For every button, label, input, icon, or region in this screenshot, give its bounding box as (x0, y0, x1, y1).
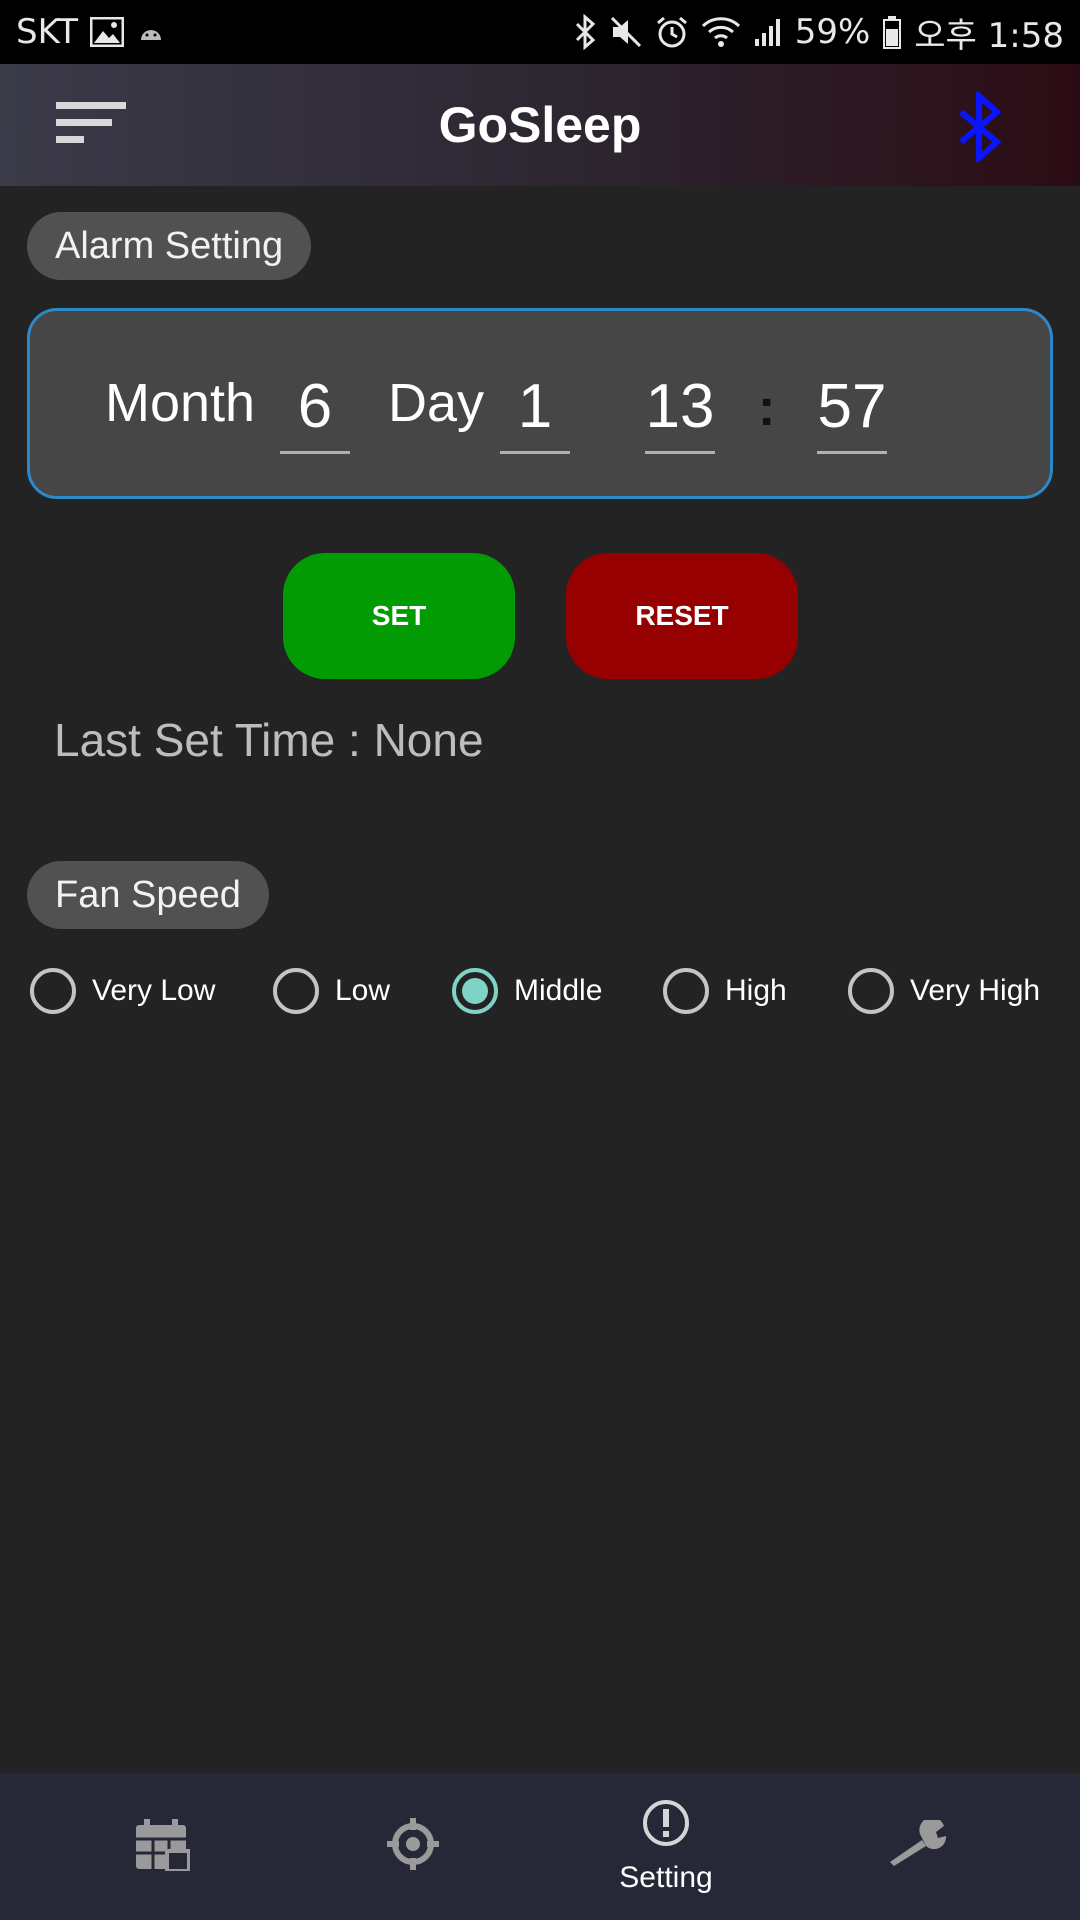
fan-speed-label: Fan Speed (27, 861, 269, 929)
alarm-setting-label: Alarm Setting (27, 212, 312, 280)
last-set-time: Last Set Time : None (54, 714, 484, 766)
radio-label: High (725, 974, 787, 1007)
radio-label: Middle (514, 974, 603, 1007)
calendar-icon (134, 1817, 191, 1876)
reset-button[interactable]: RESET (566, 553, 798, 679)
radio-low[interactable]: Low (273, 968, 390, 1014)
radio-middle[interactable]: Middle (452, 968, 602, 1014)
hour-field[interactable]: 13 (645, 362, 715, 454)
alarm-icon (655, 15, 689, 49)
month-value: 6 (297, 372, 333, 441)
day-label: Day (388, 373, 485, 433)
radio-circle-selected (452, 968, 498, 1014)
set-button[interactable]: SET (283, 553, 515, 679)
nav-locate[interactable] (363, 1773, 463, 1920)
mute-icon (609, 15, 643, 49)
radio-label: Very Low (92, 974, 216, 1007)
radio-high[interactable]: High (663, 968, 787, 1014)
nav-setting[interactable]: Setting (596, 1773, 736, 1920)
bluetooth-status-icon (573, 14, 597, 50)
month-label: Month (105, 373, 256, 433)
signal-icon (753, 17, 783, 47)
radio-label: Low (335, 974, 391, 1007)
sort-menu-icon[interactable] (52, 94, 132, 154)
hour-value: 13 (645, 372, 715, 441)
crosshair-icon (385, 1816, 441, 1877)
day-value: 1 (517, 372, 553, 441)
battery-icon (882, 15, 902, 49)
clock: 오후 1:58 (914, 15, 1064, 56)
radio-very-low[interactable]: Very Low (30, 968, 215, 1014)
status-bar: SKT 59% 오후 1:58 (0, 0, 1080, 64)
radio-very-high[interactable]: Very High (848, 968, 1040, 1014)
carrier-name: SKT (16, 12, 79, 52)
day-field[interactable]: 1 (500, 362, 570, 454)
radio-label: Very High (910, 974, 1041, 1007)
month-field[interactable]: 6 (280, 362, 350, 454)
bottom-navigation: Setting (0, 1773, 1080, 1920)
gallery-icon (90, 17, 125, 47)
minute-value: 57 (817, 372, 887, 441)
battery-percent: 59% (794, 12, 871, 52)
nav-tools[interactable] (868, 1773, 968, 1920)
nav-label-setting: Setting (619, 1861, 713, 1894)
wrench-icon (886, 1817, 950, 1873)
bluetooth-icon[interactable] (955, 89, 1005, 165)
info-icon (641, 1798, 691, 1853)
radio-circle (848, 968, 894, 1014)
radio-circle (273, 968, 319, 1014)
wifi-icon (701, 16, 741, 48)
app-bar: GoSleep (0, 64, 1080, 186)
minute-field[interactable]: 57 (817, 362, 887, 454)
android-icon (136, 22, 166, 42)
app-title: GoSleep (438, 97, 642, 153)
radio-circle (663, 968, 709, 1014)
nav-calendar[interactable] (112, 1773, 212, 1920)
time-separator: : (758, 379, 776, 437)
radio-circle (30, 968, 76, 1014)
fan-speed-radio-group: Very Low Low Middle High Very High (0, 968, 1080, 1028)
